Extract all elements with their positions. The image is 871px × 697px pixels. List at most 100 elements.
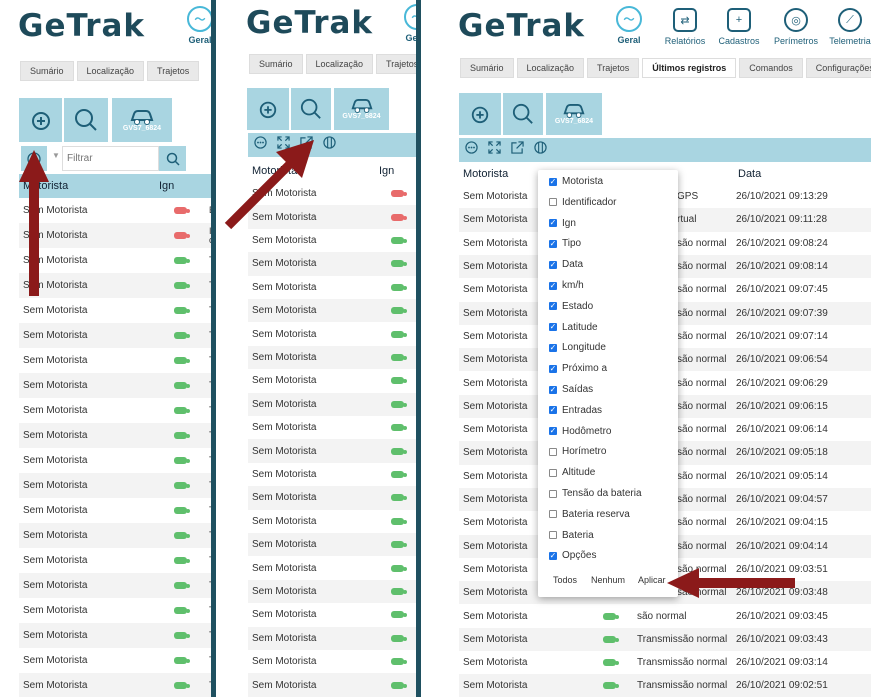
- nav-geral[interactable]: 〜 Geral: [402, 4, 416, 43]
- table-row[interactable]: Sem Motorista são normal 26/10/2021 09:03:…: [459, 604, 871, 627]
- table-row[interactable]: Sem Motorista T: [19, 498, 211, 523]
- column-option[interactable]: Bateria reserva: [549, 509, 630, 520]
- checkbox[interactable]: [549, 468, 557, 477]
- table-row[interactable]: Sem Motorista: [248, 650, 416, 673]
- table-row[interactable]: Sem Motorista T: [19, 623, 211, 648]
- table-row[interactable]: Sem Motorista T: [19, 273, 211, 298]
- column-option[interactable]: ✓ Saídas: [549, 384, 593, 395]
- column-option[interactable]: Identificador: [549, 197, 616, 208]
- checkbox[interactable]: [549, 531, 557, 540]
- table-row[interactable]: Sem Motorista: [248, 533, 416, 557]
- table-row[interactable]: Sem Motorista: [248, 182, 416, 205]
- checkbox[interactable]: ✓: [549, 323, 557, 332]
- checkbox[interactable]: [549, 510, 557, 519]
- export-icon[interactable]: [511, 141, 524, 159]
- table-row[interactable]: Sem Motorista: [248, 556, 416, 579]
- checkbox[interactable]: ✓: [549, 551, 557, 560]
- checkbox[interactable]: ✓: [549, 281, 557, 290]
- vehicle-button[interactable]: GVS7_6824: [334, 88, 389, 130]
- tab-item[interactable]: Configurações: [805, 58, 871, 78]
- table-row[interactable]: Sem Motorista T: [19, 373, 211, 398]
- nav-relatorios[interactable]: ⇄ Relatórios: [664, 8, 706, 46]
- columns-icon[interactable]: [534, 141, 547, 159]
- col-motorista[interactable]: Motorista: [463, 168, 508, 180]
- table-row[interactable]: Sem Motorista Transmissão normal 26/10/202…: [459, 651, 871, 674]
- col-data[interactable]: Data: [738, 168, 761, 180]
- checkbox[interactable]: ✓: [549, 239, 557, 248]
- vehicle-button[interactable]: GVS7_6824: [112, 98, 172, 142]
- column-option[interactable]: ✓ Tipo: [549, 238, 581, 249]
- table-row[interactable]: Sem Motorista T: [19, 648, 211, 673]
- column-option[interactable]: ✓ Entradas: [549, 405, 602, 416]
- table-row[interactable]: Sem Motorista T: [19, 323, 211, 348]
- add-device-button[interactable]: [19, 98, 62, 142]
- tab-item[interactable]: Sumário: [249, 54, 303, 74]
- export-icon[interactable]: [300, 136, 313, 154]
- table-row[interactable]: Sem Motorista: [248, 603, 416, 626]
- table-row[interactable]: Sem Motorista T: [19, 523, 211, 548]
- more-icon[interactable]: [465, 141, 478, 159]
- fullscreen-icon[interactable]: [277, 136, 290, 154]
- tab-item[interactable]: Localização: [305, 54, 374, 74]
- checkbox[interactable]: ✓: [549, 260, 557, 269]
- table-row[interactable]: Sem Motorista: [248, 229, 416, 252]
- table-row[interactable]: Sem Motorista: [248, 252, 416, 276]
- table-row[interactable]: Sem Motorista: [248, 673, 416, 697]
- table-row[interactable]: Sem Motorista: [248, 369, 416, 392]
- tab-item[interactable]: Localização: [516, 58, 585, 78]
- search-device-button[interactable]: [291, 88, 331, 130]
- nav-perimetros[interactable]: ◎ Perímetros: [773, 8, 819, 46]
- col-motorista[interactable]: Motorista: [23, 180, 68, 192]
- nav-telemetria[interactable]: ⟋ Telemetria: [829, 8, 871, 46]
- table-row[interactable]: Sem Motorista: [248, 486, 416, 510]
- table-row[interactable]: Sem Motorista T: [19, 398, 211, 423]
- checkbox[interactable]: ✓: [549, 364, 557, 373]
- table-row[interactable]: Sem Motorista: [248, 299, 416, 323]
- columns-icon[interactable]: [323, 136, 336, 154]
- table-row[interactable]: Sem Motorista T: [19, 348, 211, 373]
- table-row[interactable]: Sem Motorista: [248, 392, 416, 416]
- table-row[interactable]: Sem Motorista E: [19, 198, 211, 223]
- table-row[interactable]: Sem Motorista T: [19, 248, 211, 273]
- col-motorista[interactable]: Motorista: [252, 165, 297, 177]
- nav-geral[interactable]: 〜 Geral: [185, 6, 211, 45]
- table-row[interactable]: Sem Motorista T: [19, 473, 211, 498]
- nav-geral[interactable]: 〜 Geral: [614, 6, 644, 45]
- column-option[interactable]: ✓ Próximo a: [549, 363, 607, 374]
- fullscreen-icon[interactable]: [488, 141, 501, 159]
- tab-item[interactable]: Comandos: [739, 58, 803, 78]
- search-device-button[interactable]: [503, 93, 543, 135]
- table-row[interactable]: Sem Motorista T: [19, 673, 211, 697]
- tab-item[interactable]: Sumário: [20, 61, 74, 81]
- tab-item[interactable]: Trajetos: [587, 58, 640, 78]
- checkbox[interactable]: ✓: [549, 302, 557, 311]
- table-row[interactable]: Sem Motorista T: [19, 548, 211, 573]
- filter-search-button[interactable]: [159, 146, 186, 171]
- checkbox[interactable]: ✓: [549, 343, 557, 352]
- options-button[interactable]: [21, 146, 47, 171]
- column-option[interactable]: ✓ Data: [549, 259, 583, 270]
- col-ign[interactable]: Ign: [159, 180, 174, 192]
- column-option[interactable]: ✓ Latitude: [549, 322, 598, 333]
- checkbox[interactable]: [549, 489, 557, 498]
- column-option[interactable]: Tensão da bateria: [549, 488, 642, 499]
- table-row[interactable]: Sem Motorista T: [19, 598, 211, 623]
- column-option[interactable]: ✓ Estado: [549, 301, 593, 312]
- table-row[interactable]: Sem Motorista: [248, 345, 416, 370]
- tab-item[interactable]: Trajetos: [147, 61, 200, 81]
- table-row[interactable]: Sem Motorista Transmissão normal 26/10/202…: [459, 674, 871, 697]
- table-row[interactable]: Sem Motorista: [248, 579, 416, 604]
- column-option[interactable]: ✓ Ign: [549, 218, 576, 229]
- vehicle-button[interactable]: GVS7_6824: [546, 93, 602, 135]
- search-device-button[interactable]: [64, 98, 108, 142]
- table-row[interactable]: Sem Motorista Transmissão normal 26/10/202…: [459, 627, 871, 651]
- table-row[interactable]: Sem Motorista: [248, 276, 416, 299]
- column-option[interactable]: ✓ Motorista: [549, 176, 603, 187]
- tab-item[interactable]: Últimos registros: [642, 58, 737, 78]
- col-ign[interactable]: Ign: [379, 165, 394, 177]
- add-device-button[interactable]: [459, 93, 501, 135]
- tab-item[interactable]: Localização: [76, 61, 145, 81]
- table-row[interactable]: Sem Motorista: [248, 510, 416, 533]
- table-row[interactable]: Sem Motorista T: [19, 423, 211, 448]
- checkbox[interactable]: ✓: [549, 177, 557, 186]
